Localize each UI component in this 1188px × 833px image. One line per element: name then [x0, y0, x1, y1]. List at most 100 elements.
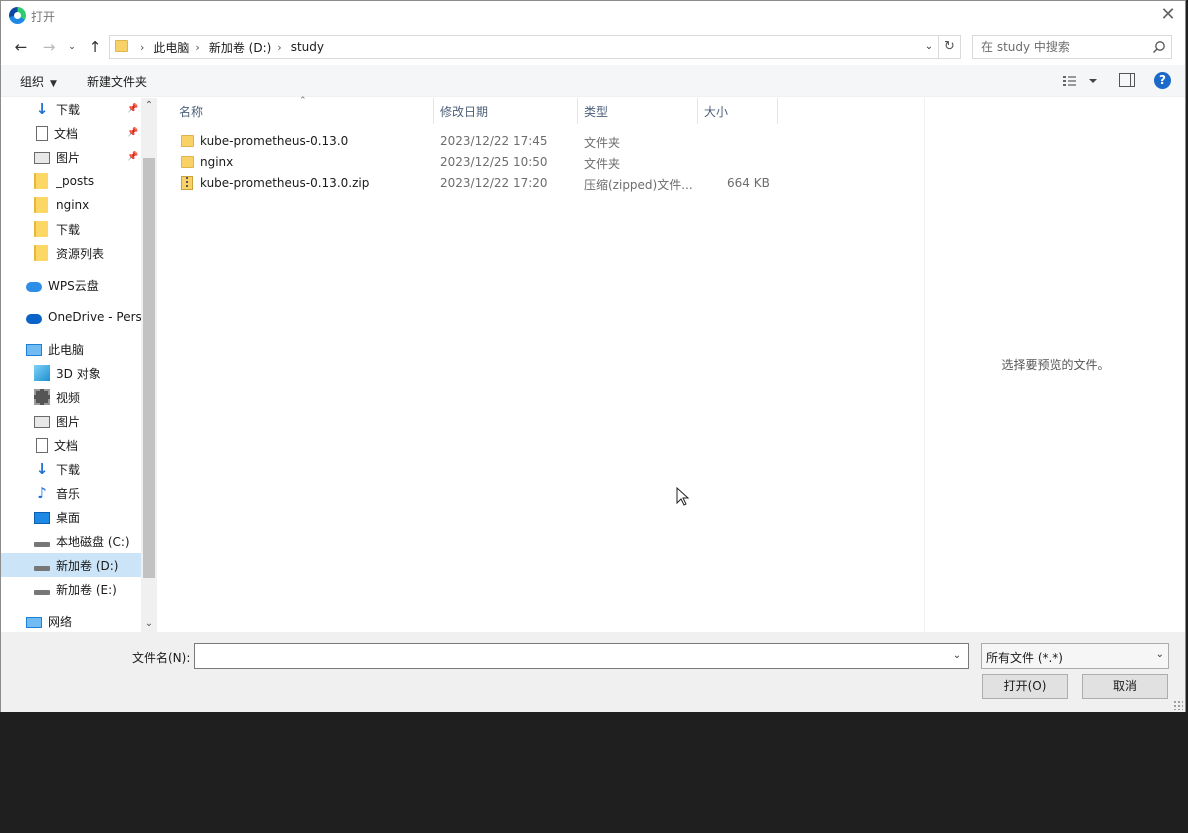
column-header-name[interactable]: ⌃ 名称	[159, 96, 434, 124]
sidebar-item-posts[interactable]: _posts	[34, 169, 158, 193]
sidebar-item-label: 3D 对象	[56, 366, 101, 381]
cancel-button[interactable]: 取消	[1082, 674, 1168, 699]
sidebar-item-drive-c[interactable]: 本地磁盘 (C:)	[34, 529, 158, 553]
network-icon	[26, 617, 42, 628]
address-bar[interactable]: › 此电脑 › 新加卷 (D:) › study ⌄ ↻	[109, 35, 961, 59]
sidebar-item-label: 视频	[56, 390, 81, 405]
sidebar-item-label: 下载	[56, 102, 81, 117]
details-view-icon	[1063, 76, 1097, 86]
chevron-down-icon: ⌄	[1155, 649, 1164, 660]
sidebar-item-documents[interactable]: 文档	[34, 433, 158, 457]
chevron-down-icon: ⌄	[924, 41, 934, 52]
up-button[interactable]: ↑	[85, 36, 105, 58]
sidebar-item-videos[interactable]: 视频	[34, 385, 158, 409]
filename-input[interactable]	[195, 644, 940, 668]
sidebar-item-label: nginx	[56, 198, 90, 212]
breadcrumb-this-pc[interactable]: 此电脑	[153, 39, 189, 56]
sidebar-item-label: 资源列表	[56, 246, 105, 261]
sidebar-item-pictures[interactable]: 图片	[34, 409, 158, 433]
refresh-icon: ↻	[944, 39, 955, 54]
sidebar-item-label: 新加卷 (E:)	[56, 582, 117, 597]
pin-icon[interactable]: 📌	[127, 152, 138, 162]
back-button[interactable]: ←	[11, 36, 31, 58]
new-folder-button[interactable]: 新建文件夹	[87, 73, 147, 90]
sidebar-item-wps-cloud[interactable]: WPS云盘	[26, 273, 158, 297]
breadcrumb-study[interactable]: study	[291, 40, 324, 54]
column-header-label: 修改日期	[440, 104, 489, 119]
pin-icon[interactable]: 📌	[127, 104, 138, 114]
search-input[interactable]	[973, 36, 1149, 58]
column-header-type[interactable]: 类型	[578, 98, 698, 124]
sidebar-item-3d-objects[interactable]: 3D 对象	[34, 361, 158, 385]
sidebar-item-label: OneDrive - Perso	[48, 310, 141, 324]
resize-grip-icon[interactable]	[1173, 700, 1183, 710]
navigation-scrollbar[interactable]: ⌃ ⌄	[141, 98, 157, 632]
folder-icon	[34, 245, 50, 261]
preview-pane-button[interactable]	[1119, 73, 1135, 87]
sidebar-item-label: 下载	[56, 222, 81, 237]
caret-down-icon: ▼	[50, 79, 57, 89]
close-button[interactable]: ✕	[1151, 1, 1185, 31]
column-header-modified[interactable]: 修改日期	[434, 98, 578, 124]
sidebar-item-label: 文档	[54, 438, 79, 453]
video-icon	[34, 389, 50, 405]
forward-button[interactable]: →	[39, 36, 59, 58]
breadcrumb-drive-d[interactable]: 新加卷 (D:)	[209, 39, 271, 56]
address-dropdown-button[interactable]: ⌄	[920, 36, 938, 58]
scroll-up-icon[interactable]: ⌃	[141, 98, 157, 114]
sidebar-item-desktop[interactable]: 桌面	[34, 505, 158, 529]
sidebar-item-label: 网络	[48, 614, 73, 629]
file-size: 664 KB	[727, 176, 770, 190]
sidebar-item-label: 图片	[56, 150, 81, 165]
sidebar-item-onedrive[interactable]: OneDrive - Perso	[26, 305, 141, 329]
sidebar-item-quick-pictures[interactable]: 图片	[34, 145, 158, 169]
column-header-size[interactable]: 大小	[698, 98, 778, 124]
scroll-down-icon[interactable]: ⌄	[141, 616, 157, 632]
file-modified: 2023/12/22 17:20	[440, 176, 548, 190]
file-list: ⌃ 名称 修改日期 类型 大小 kube-prometheus-0.13.0 2…	[159, 96, 924, 632]
sidebar-item-label: 图片	[56, 414, 81, 429]
sidebar-item-quick-downloads[interactable]: ↓ 下载	[34, 98, 158, 121]
drive-icon	[34, 541, 50, 547]
refresh-button[interactable]: ↻	[938, 36, 960, 58]
search-box[interactable]	[972, 35, 1172, 59]
scrollbar-thumb[interactable]	[143, 158, 155, 578]
sidebar-item-drive-e[interactable]: 新加卷 (E:)	[34, 577, 158, 601]
change-view-button[interactable]	[1063, 72, 1099, 90]
file-row[interactable]: nginx 2023/12/25 10:50 文件夹	[177, 152, 787, 173]
sidebar-item-label: _posts	[56, 174, 95, 188]
filename-combobox[interactable]: ⌄	[194, 643, 969, 669]
file-row[interactable]: kube-prometheus-0.13.0.zip 2023/12/22 17…	[177, 173, 787, 194]
sidebar-item-this-pc[interactable]: 此电脑	[26, 337, 158, 361]
sidebar-item-network[interactable]: 网络	[26, 609, 158, 632]
chevron-right-icon: ›	[140, 40, 145, 54]
dialog-footer: 文件名(N): ⌄ 所有文件 (*.*) ⌄ 打开(O) 取消	[1, 632, 1185, 712]
open-button[interactable]: 打开(O)	[982, 674, 1068, 699]
sidebar-item-label: 本地磁盘 (C:)	[56, 534, 130, 549]
chevron-down-icon: ⌄	[952, 650, 962, 661]
sidebar-item-resource-list[interactable]: 资源列表	[34, 241, 158, 265]
file-name: kube-prometheus-0.13.0	[200, 134, 349, 148]
file-type-filter[interactable]: 所有文件 (*.*) ⌄	[981, 643, 1169, 669]
sidebar-item-downloads[interactable]: ↓ 下载	[34, 457, 158, 481]
sidebar-item-music[interactable]: ♪ 音乐	[34, 481, 158, 505]
help-button[interactable]: ?	[1154, 72, 1171, 89]
document-icon	[36, 125, 48, 141]
column-header-label: 名称	[179, 104, 204, 119]
recent-locations-button[interactable]: ⌄	[65, 36, 79, 58]
command-bar: 组织 ▼ 新建文件夹 ?	[1, 65, 1185, 97]
sidebar-item-quick-documents[interactable]: 文档	[34, 121, 158, 145]
file-type: 压缩(zipped)文件...	[584, 178, 693, 192]
file-row[interactable]: kube-prometheus-0.13.0 2023/12/22 17:45 …	[177, 131, 787, 152]
filename-dropdown-button[interactable]: ⌄	[946, 644, 968, 668]
sidebar-item-label: 桌面	[56, 510, 81, 525]
sidebar-item-drive-d[interactable]: 新加卷 (D:)	[1, 553, 141, 577]
preview-pane: 选择要预览的文件。	[924, 98, 1186, 632]
sidebar-item-downloads-folder[interactable]: 下载	[34, 217, 158, 241]
breadcrumb: › 此电脑 › 新加卷 (D:) › study	[134, 36, 324, 58]
pin-icon[interactable]: 📌	[127, 128, 138, 138]
search-icon	[1153, 41, 1165, 53]
column-header-label: 类型	[584, 104, 609, 119]
organize-button[interactable]: 组织 ▼	[20, 73, 57, 90]
sidebar-item-nginx[interactable]: nginx	[34, 193, 158, 217]
